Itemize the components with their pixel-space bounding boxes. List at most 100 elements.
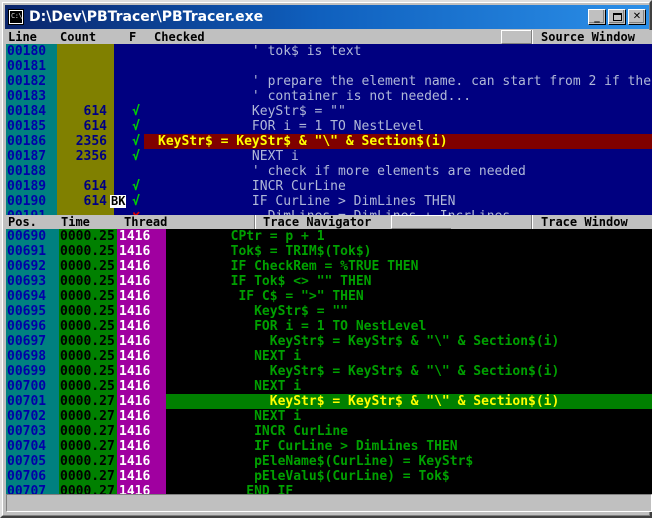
source-line-number: 00186: [7, 134, 47, 149]
trace-time: 0000.27: [60, 394, 115, 409]
trace-row[interactable]: 00692 0000.25 1416 IF CheckRem = %TRUE THE…: [6, 259, 652, 274]
column-header-thread[interactable]: Thread: [124, 215, 167, 229]
checkmark-icon[interactable]: √: [128, 194, 144, 209]
maximize-button[interactable]: [608, 9, 626, 25]
trace-row[interactable]: 00702 0000.27 1416 NEXT i: [6, 409, 652, 424]
trace-code-text: IF C$ = ">" THEN: [168, 289, 364, 304]
breakpoint-marker[interactable]: BK: [110, 195, 127, 208]
trace-position: 00705: [7, 454, 47, 469]
checkmark-icon[interactable]: √: [128, 134, 144, 149]
trace-row[interactable]: 00696 0000.25 1416 FOR i = 1 TO NestLevel: [6, 319, 652, 334]
trace-thread-id: 1416: [119, 319, 151, 334]
trace-position: 00704: [7, 439, 47, 454]
trace-thread-id: 1416: [119, 364, 151, 379]
source-code-list[interactable]: 00180 ' tok$ is text 00181 00182 ' prepare…: [6, 44, 652, 215]
source-line-number: 00182: [7, 74, 47, 89]
source-code-text: [156, 59, 652, 74]
checkmark-icon[interactable]: √: [128, 149, 144, 164]
trace-row[interactable]: 00699 0000.25 1416 KeyStr$ = KeyStr$ & "\"…: [6, 364, 652, 379]
minimize-icon: _: [594, 10, 600, 23]
source-row[interactable]: 00189 614 √ INCR CurLine: [6, 179, 652, 194]
checkmark-icon[interactable]: √: [128, 119, 144, 134]
trace-window-title: Trace Window: [541, 215, 628, 229]
trace-row[interactable]: 00690 0000.25 1416 CPtr = p + 1: [6, 229, 652, 244]
trace-position: 00691: [7, 244, 47, 259]
trace-rows-container: 00690 0000.25 1416 CPtr = p + 1 00691 0000.2…: [6, 229, 652, 498]
trace-position: 00692: [7, 259, 47, 274]
column-header-time[interactable]: Time: [61, 215, 90, 229]
trace-position: 00697: [7, 334, 47, 349]
title-bar[interactable]: C:\ D:\Dev\PBTracer\PBTracer.exe _ ✕: [5, 5, 649, 29]
trace-list[interactable]: 00690 0000.25 1416 CPtr = p + 1 00691 0000.2…: [6, 229, 652, 498]
source-row[interactable]: 00184 614 √ KeyStr$ = "": [6, 104, 652, 119]
source-row[interactable]: 00180 ' tok$ is text: [6, 44, 652, 59]
source-row[interactable]: 00186 2356 √ KeyStr$ = KeyStr$ & "\" & Sect…: [6, 134, 652, 149]
source-row[interactable]: 00185 614 √ FOR i = 1 TO NestLevel: [6, 119, 652, 134]
trace-code-text: KeyStr$ = KeyStr$ & "\" & Section$(i): [168, 364, 560, 379]
application-window: C:\ D:\Dev\PBTracer\PBTracer.exe _ ✕ Lin…: [0, 0, 652, 518]
trace-row[interactable]: 00701 0000.27 1416 KeyStr$ = KeyStr$ & "\"…: [6, 394, 652, 409]
source-row[interactable]: 00190 614 BK √ IF CurLine > DimLines THEN: [6, 194, 652, 209]
source-hit-count: 614: [83, 119, 107, 134]
trace-position: 00706: [7, 469, 47, 484]
trace-position: 00700: [7, 379, 47, 394]
source-row[interactable]: 00188 ' check if more elements are neede…: [6, 164, 652, 179]
column-header-pos[interactable]: Pos.: [8, 215, 37, 229]
column-header-count[interactable]: Count: [60, 30, 96, 44]
trace-code-text: pEleName$(CurLine) = KeyStr$: [168, 454, 474, 469]
trace-code-text: Tok$ = TRIM$(Tok$): [168, 244, 372, 259]
header-divider-trace: [531, 215, 533, 229]
close-icon: ✕: [632, 11, 642, 22]
trace-thread-id: 1416: [119, 439, 151, 454]
column-header-checked[interactable]: Checked: [154, 30, 205, 44]
header-gap-trace: [391, 215, 451, 229]
checkmark-icon[interactable]: √: [128, 179, 144, 194]
trace-position: 00694: [7, 289, 47, 304]
header-gap-source: [501, 30, 531, 44]
source-line-number: 00189: [7, 179, 47, 194]
source-code-text: IF CurLine > DimLines THEN: [158, 194, 456, 209]
trace-row[interactable]: 00700 0000.25 1416 NEXT i: [6, 379, 652, 394]
minimize-button[interactable]: _: [588, 9, 606, 25]
trace-time: 0000.25: [60, 244, 115, 259]
trace-time: 0000.27: [60, 469, 115, 484]
close-button[interactable]: ✕: [628, 9, 646, 25]
trace-row[interactable]: 00691 0000.25 1416 Tok$ = TRIM$(Tok$): [6, 244, 652, 259]
trace-position: 00702: [7, 409, 47, 424]
source-code-text: INCR CurLine: [158, 179, 346, 194]
trace-row[interactable]: 00693 0000.25 1416 IF Tok$ <> "" THEN: [6, 274, 652, 289]
trace-time: 0000.25: [60, 349, 115, 364]
trace-row[interactable]: 00704 0000.27 1416 IF CurLine > DimLines T…: [6, 439, 652, 454]
source-code-text: FOR i = 1 TO NestLevel: [158, 119, 425, 134]
source-code-text: NEXT i: [158, 149, 299, 164]
trace-row[interactable]: 00698 0000.25 1416 NEXT i: [6, 349, 652, 364]
trace-time: 0000.25: [60, 229, 115, 244]
trace-thread-id: 1416: [119, 259, 151, 274]
source-row[interactable]: 00182 ' prepare the element name. can st…: [6, 74, 652, 89]
trace-thread-id: 1416: [119, 454, 151, 469]
trace-thread-id: 1416: [119, 304, 151, 319]
source-line-number: 00184: [7, 104, 47, 119]
source-row[interactable]: 00181: [6, 59, 652, 74]
trace-row[interactable]: 00694 0000.25 1416 IF C$ = ">" THEN: [6, 289, 652, 304]
trace-row[interactable]: 00695 0000.25 1416 KeyStr$ = "": [6, 304, 652, 319]
source-hit-count: [57, 89, 110, 104]
trace-row[interactable]: 00706 0000.27 1416 pEleValu$(CurLine) = To…: [6, 469, 652, 484]
source-row[interactable]: 00187 2356 √ NEXT i: [6, 149, 652, 164]
column-header-f[interactable]: F: [129, 30, 136, 44]
header-divider-source: [531, 30, 533, 44]
trace-code-text: KeyStr$ = KeyStr$ & "\" & Section$(i): [166, 394, 652, 409]
window-inner-frame: C:\ D:\Dev\PBTracer\PBTracer.exe _ ✕ Lin…: [2, 2, 652, 516]
trace-row[interactable]: 00703 0000.27 1416 INCR CurLine: [6, 424, 652, 439]
trace-code-text: KeyStr$ = KeyStr$ & "\" & Section$(i): [168, 334, 560, 349]
source-line-number: 00190: [7, 194, 47, 209]
trace-time: 0000.27: [60, 424, 115, 439]
trace-row[interactable]: 00697 0000.25 1416 KeyStr$ = KeyStr$ & "\"…: [6, 334, 652, 349]
checkmark-icon[interactable]: √: [128, 104, 144, 119]
trace-position: 00703: [7, 424, 47, 439]
column-header-line[interactable]: Line: [8, 30, 37, 44]
source-row[interactable]: 00183 ' container is not needed...: [6, 89, 652, 104]
trace-code-text: NEXT i: [168, 379, 302, 394]
trace-row[interactable]: 00705 0000.27 1416 pEleName$(CurLine) = Ke…: [6, 454, 652, 469]
trace-thread-id: 1416: [119, 379, 151, 394]
